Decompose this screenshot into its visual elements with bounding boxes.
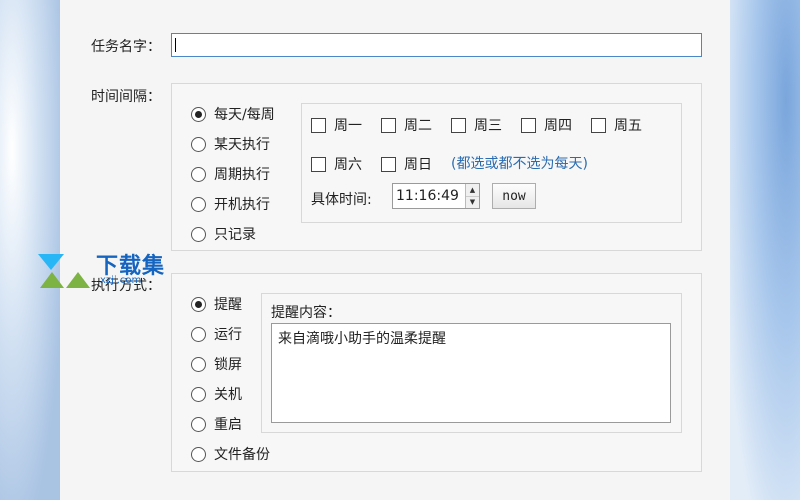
radio-dot xyxy=(191,106,206,122)
now-button[interactable]: now xyxy=(492,183,536,209)
checkbox-thursday[interactable]: 周四 xyxy=(521,115,572,135)
radio-shutdown[interactable]: 关机 xyxy=(191,384,242,404)
checkbox-label: 周四 xyxy=(544,118,572,134)
checkbox-sunday[interactable]: 周日 xyxy=(381,154,432,174)
time-label: 具体时间: xyxy=(311,192,372,208)
checkbox-box xyxy=(521,117,536,133)
radio-file-backup[interactable]: 文件备份 xyxy=(191,444,270,464)
radio-periodic[interactable]: 周期执行 xyxy=(191,164,270,184)
radio-log-only[interactable]: 只记录 xyxy=(191,224,256,244)
reminder-textarea[interactable]: 来自滴哦小助手的温柔提醒 xyxy=(271,323,671,423)
weekday-hint: (都选或都不选为每天) xyxy=(451,156,588,172)
checkbox-box xyxy=(311,156,326,172)
time-spinner[interactable]: 11:16:49 ▲ ▼ xyxy=(392,183,480,209)
spin-down-icon[interactable]: ▼ xyxy=(466,196,479,208)
checkbox-label: 周三 xyxy=(474,118,502,134)
radio-on-startup[interactable]: 开机执行 xyxy=(191,194,270,214)
radio-remind[interactable]: 提醒 xyxy=(191,294,242,314)
radio-label: 每天/每周 xyxy=(214,107,275,123)
radio-label: 提醒 xyxy=(214,297,242,313)
radio-label: 某天执行 xyxy=(214,137,270,153)
radio-dot xyxy=(191,226,206,242)
radio-label: 只记录 xyxy=(214,227,256,243)
checkbox-tuesday[interactable]: 周二 xyxy=(381,115,432,135)
radio-run[interactable]: 运行 xyxy=(191,324,242,344)
task-name-input[interactable] xyxy=(171,33,702,57)
checkbox-label: 周日 xyxy=(404,157,432,173)
radio-label: 周期执行 xyxy=(214,167,270,183)
radio-dot xyxy=(191,356,206,372)
radio-lock-screen[interactable]: 锁屏 xyxy=(191,354,242,374)
radio-label: 开机执行 xyxy=(214,197,270,213)
interval-label: 时间间隔： xyxy=(91,89,161,105)
spinner-buttons: ▲ ▼ xyxy=(465,184,479,208)
radio-label: 关机 xyxy=(214,387,242,403)
task-name-label: 任务名字： xyxy=(91,39,161,55)
radio-dot xyxy=(191,326,206,342)
radio-dot xyxy=(191,446,206,462)
background-right xyxy=(730,0,800,500)
checkbox-label: 周六 xyxy=(334,157,362,173)
time-value: 11:16:49 xyxy=(396,188,459,204)
radio-dot xyxy=(191,136,206,152)
checkbox-box xyxy=(451,117,466,133)
radio-label: 运行 xyxy=(214,327,242,343)
radio-dot xyxy=(191,386,206,402)
checkbox-label: 周一 xyxy=(334,118,362,134)
radio-label: 锁屏 xyxy=(214,357,242,373)
checkbox-label: 周五 xyxy=(614,118,642,134)
checkbox-box xyxy=(591,117,606,133)
checkbox-friday[interactable]: 周五 xyxy=(591,115,642,135)
reminder-label: 提醒内容： xyxy=(271,305,341,321)
text-caret xyxy=(175,38,176,52)
radio-daily-weekly[interactable]: 每天/每周 xyxy=(191,104,275,124)
radio-dot xyxy=(191,166,206,182)
checkbox-monday[interactable]: 周一 xyxy=(311,115,362,135)
checkbox-box xyxy=(381,117,396,133)
checkbox-saturday[interactable]: 周六 xyxy=(311,154,362,174)
checkbox-wednesday[interactable]: 周三 xyxy=(451,115,502,135)
radio-label: 文件备份 xyxy=(214,447,270,463)
radio-restart[interactable]: 重启 xyxy=(191,414,242,434)
checkbox-box xyxy=(311,117,326,133)
checkbox-label: 周二 xyxy=(404,118,432,134)
checkbox-box xyxy=(381,156,396,172)
spin-up-icon[interactable]: ▲ xyxy=(466,184,479,197)
radio-dot xyxy=(191,296,206,312)
radio-label: 重启 xyxy=(214,417,242,433)
radio-dot xyxy=(191,416,206,432)
radio-dot xyxy=(191,196,206,212)
radio-specific-day[interactable]: 某天执行 xyxy=(191,134,270,154)
watermark-subtext: xzji.com xyxy=(100,275,142,286)
